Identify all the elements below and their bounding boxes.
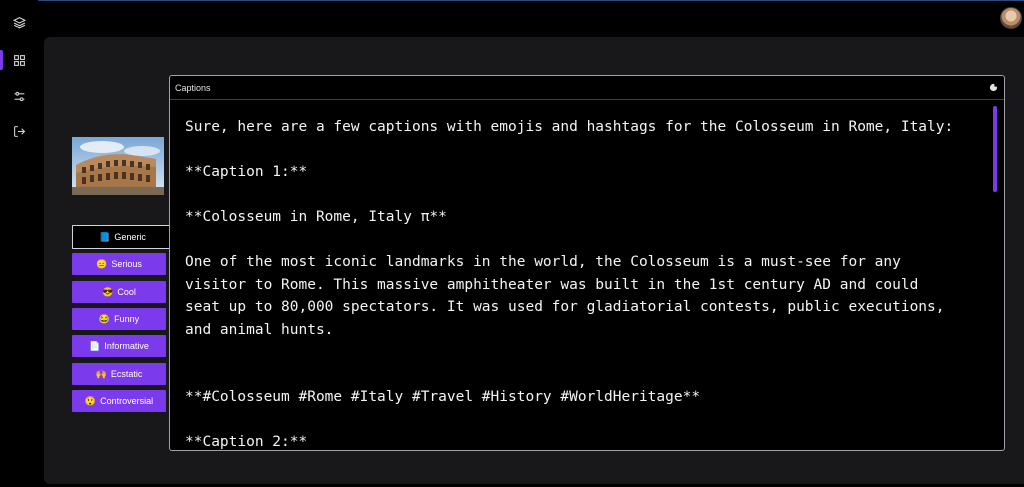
user-avatar[interactable] (1000, 7, 1022, 29)
tone-button-informative[interactable]: 📄 Informative (72, 335, 166, 357)
tone-label: Generic (114, 232, 146, 242)
panel-header: Captions (170, 76, 1004, 100)
logout-icon[interactable] (7, 119, 31, 143)
top-bar (0, 0, 1024, 37)
layers-icon[interactable] (7, 10, 31, 34)
tone-button-serious[interactable]: 😑 Serious (72, 253, 166, 275)
tone-label: Informative (104, 341, 149, 351)
sunglasses-face-icon: 😎 (102, 286, 114, 297)
tone-label: Ecstatic (110, 369, 143, 379)
expressionless-face-icon: 😑 (96, 258, 108, 269)
document-icon: 📄 (89, 340, 101, 351)
tone-button-cool[interactable]: 😎 Cool (72, 281, 166, 303)
panel-title: Captions (175, 82, 211, 93)
raised-hands-icon: 🙌 (95, 368, 107, 379)
tone-label: Controversial (100, 396, 154, 406)
tone-button-funny[interactable]: 😂 Funny (72, 308, 166, 330)
tone-label: Funny (114, 314, 140, 324)
sliders-icon[interactable] (7, 84, 31, 108)
book-icon: 📘 (99, 231, 111, 242)
sidebar-active-indicator (0, 50, 3, 70)
sidebar (0, 0, 38, 487)
captions-text: Sure, here are a few captions with emoji… (185, 119, 954, 450)
tone-label: Serious (111, 259, 142, 269)
tone-label: Cool (117, 287, 136, 297)
astonished-face-icon: 😲 (84, 395, 97, 406)
tone-button-ecstatic[interactable]: 🙌 Ecstatic (72, 363, 166, 385)
captions-panel: Captions Sure, here are a few captions w… (169, 75, 1005, 451)
captions-output[interactable]: Sure, here are a few captions with emoji… (170, 101, 1004, 450)
laughing-face-icon: 😂 (98, 313, 111, 324)
uploaded-image-thumbnail (72, 137, 164, 195)
tone-button-generic[interactable]: 📘 Generic (72, 225, 172, 249)
tone-button-controversial[interactable]: 😲 Controversial (72, 390, 166, 412)
scrollbar-thumb[interactable] (993, 106, 997, 192)
grid-icon[interactable] (7, 48, 31, 72)
